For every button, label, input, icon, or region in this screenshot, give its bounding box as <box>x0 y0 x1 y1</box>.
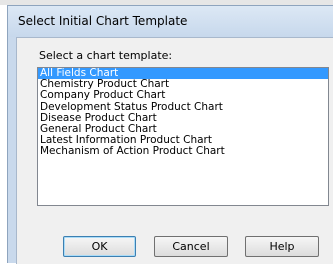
help-button[interactable]: Help <box>245 236 319 257</box>
list-item[interactable]: Mechanism of Action Product Chart <box>38 146 328 157</box>
select-template-dialog: Select Initial Chart Template Select a c… <box>0 0 333 264</box>
dialog-body: Select a chart template: All Fields Char… <box>16 37 333 264</box>
cancel-button[interactable]: Cancel <box>154 236 228 257</box>
template-listbox[interactable]: All Fields Chart Chemistry Product Chart… <box>37 67 329 206</box>
list-item[interactable]: Company Product Chart <box>38 90 328 101</box>
window-title: Select Initial Chart Template <box>18 14 188 28</box>
title-bar[interactable]: Select Initial Chart Template <box>8 6 333 37</box>
prompt-label: Select a chart template: <box>39 49 173 62</box>
dialog-frame: Select Initial Chart Template Select a c… <box>7 5 333 264</box>
ok-button[interactable]: OK <box>63 236 136 257</box>
